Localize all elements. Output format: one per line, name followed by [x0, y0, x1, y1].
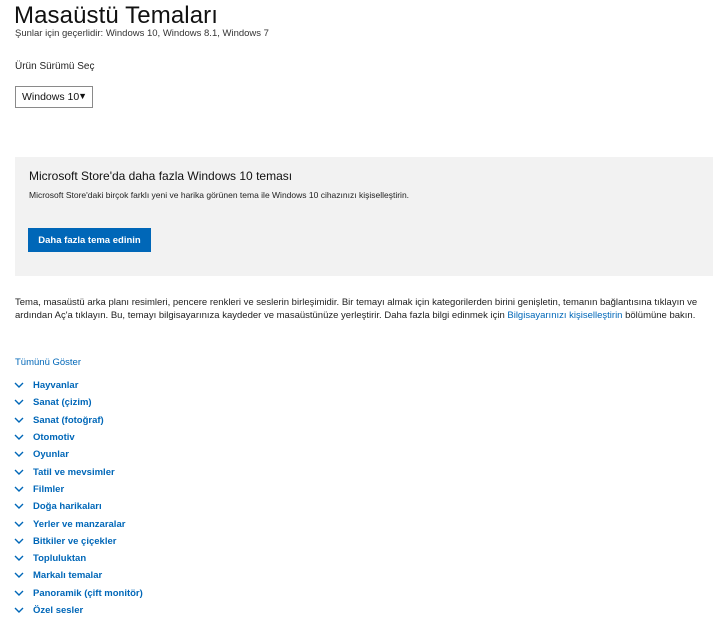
- product-version-selected-value: Windows 10: [22, 91, 80, 103]
- category-label: Doğa harikaları: [33, 501, 102, 513]
- personalize-pc-link[interactable]: Bilgisayarınızı kişiselleştirin: [507, 310, 622, 321]
- chevron-down-icon: [14, 415, 24, 425]
- chevron-down-icon: [14, 467, 24, 477]
- category-label: Hayvanlar: [33, 380, 79, 392]
- category-label: Oyunlar: [33, 449, 69, 461]
- chevron-down-icon: [14, 433, 24, 443]
- category-item[interactable]: Markalı temalar: [14, 567, 143, 584]
- promo-title: Microsoft Store'da daha fazla Windows 10…: [29, 169, 293, 183]
- chevron-down-icon: [14, 536, 24, 546]
- get-more-themes-button[interactable]: Daha fazla tema edinin: [28, 228, 151, 252]
- category-label: Bitkiler ve çiçekler: [33, 535, 117, 547]
- category-item[interactable]: Doğa harikaları: [14, 498, 143, 515]
- chevron-down-icon: [14, 519, 24, 529]
- intro-paragraph: Tema, masaüstü arka planı resimleri, pen…: [15, 296, 715, 322]
- category-label: Topluluktan: [33, 553, 87, 565]
- category-item[interactable]: Filmler: [14, 481, 143, 498]
- product-version-select[interactable]: Windows 10 ▼: [15, 86, 93, 108]
- chevron-down-icon: [14, 554, 24, 564]
- chevron-down-icon: [14, 450, 24, 460]
- applies-to-text: Şunlar için geçerlidir: Windows 10, Wind…: [15, 28, 269, 39]
- category-label: Tatil ve mevsimler: [33, 466, 115, 478]
- category-label: Sanat (çizim): [33, 397, 92, 409]
- category-label: Yerler ve manzaralar: [33, 518, 126, 530]
- category-label: Sanat (fotoğraf): [33, 414, 104, 426]
- intro-text-end: bölümüne bakın.: [622, 310, 696, 321]
- category-label: Otomotiv: [33, 432, 75, 444]
- chevron-down-icon: [14, 571, 24, 581]
- promo-description: Microsoft Store'daki birçok farklı yeni …: [29, 190, 410, 200]
- category-item[interactable]: Otomotiv: [14, 429, 143, 446]
- category-item[interactable]: Bitkiler ve çiçekler: [14, 533, 143, 550]
- category-label: Filmler: [33, 483, 65, 495]
- category-item[interactable]: Topluluktan: [14, 550, 143, 567]
- category-item[interactable]: Yerler ve manzaralar: [14, 515, 143, 532]
- category-label: Markalı temalar: [33, 570, 103, 582]
- show-all-link[interactable]: Tümünü Göster: [15, 357, 81, 368]
- category-item[interactable]: Tatil ve mevsimler: [14, 463, 143, 480]
- dropdown-caret-icon: ▼: [78, 91, 87, 101]
- category-item[interactable]: Hayvanlar: [14, 377, 143, 394]
- category-item[interactable]: Panoramik (çift monitör): [14, 585, 143, 602]
- category-item[interactable]: Sanat (fotoğraf): [14, 412, 143, 429]
- category-label: Özel sesler: [33, 605, 84, 616]
- category-item[interactable]: Özel sesler: [14, 602, 143, 619]
- chevron-down-icon: [14, 502, 24, 512]
- chevron-down-icon: [14, 381, 24, 391]
- category-label: Panoramik (çift monitör): [33, 587, 143, 599]
- chevron-down-icon: [14, 484, 24, 494]
- category-item[interactable]: Sanat (çizim): [14, 394, 143, 411]
- theme-category-list: Hayvanlar Sanat (çizim) Sanat (fotoğraf) Ot…: [14, 377, 143, 619]
- store-promo-banner: Microsoft Store'da daha fazla Windows 10…: [15, 157, 713, 276]
- product-version-label: Ürün Sürümü Seç: [15, 61, 95, 72]
- category-item[interactable]: Oyunlar: [14, 446, 143, 463]
- chevron-down-icon: [14, 588, 24, 598]
- chevron-down-icon: [14, 606, 24, 616]
- chevron-down-icon: [14, 398, 24, 408]
- page-title: Masaüstü Temaları: [14, 2, 219, 29]
